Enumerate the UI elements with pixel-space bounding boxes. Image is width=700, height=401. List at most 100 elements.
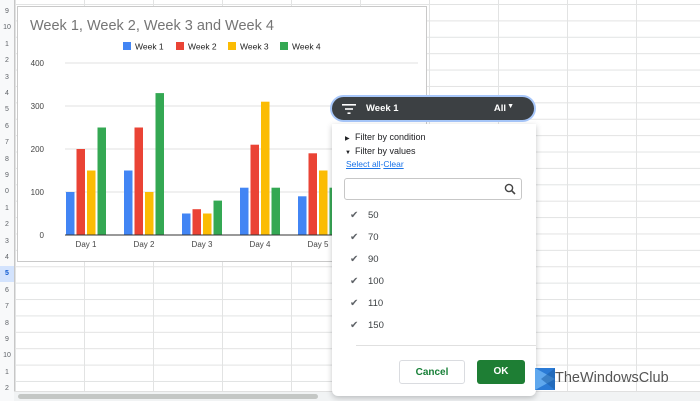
legend-swatch — [280, 42, 288, 50]
row-number[interactable]: 7 — [0, 135, 14, 151]
bar — [182, 213, 191, 235]
row-number[interactable]: 7 — [0, 299, 14, 315]
legend-swatch — [123, 42, 131, 50]
row-number[interactable]: 9 — [0, 168, 14, 184]
bar — [145, 192, 154, 235]
row-number[interactable]: 4 — [0, 86, 14, 102]
x-tick-label: Day 5 — [308, 240, 329, 249]
row-number[interactable]: 8 — [0, 316, 14, 332]
search-icon[interactable] — [504, 183, 516, 195]
row-number[interactable]: 3 — [0, 70, 14, 86]
row-number[interactable]: 5 — [0, 102, 14, 118]
legend-swatch — [176, 42, 184, 50]
checkmark-icon: ✔ — [350, 210, 359, 221]
cancel-button[interactable]: Cancel — [399, 360, 465, 384]
y-tick-label: 300 — [31, 102, 45, 111]
select-all-link[interactable]: Select all — [346, 159, 381, 169]
row-number[interactable]: 10 — [0, 348, 14, 364]
filter-by-condition-toggle[interactable]: ▶ Filter by condition — [345, 132, 426, 142]
row-number[interactable]: 6 — [0, 283, 14, 299]
legend-label: Week 2 — [188, 42, 217, 52]
row-header-gutter[interactable]: 9 10 1 2 3 4 5 6 7 8 9 0 1 2 3 4 5 6 7 8 9 10 1 2 — [0, 0, 15, 401]
row-number[interactable]: 9 — [0, 4, 14, 20]
watermark-text: TheWindowsClub — [555, 370, 669, 386]
filter-value-label: 110 — [368, 298, 384, 309]
clear-link[interactable]: Clear — [383, 159, 403, 169]
filter-value-label: 90 — [368, 254, 379, 265]
filter-header[interactable]: Week 1 All ▼ — [330, 95, 536, 122]
filter-value-item[interactable]: ✔ 100 — [350, 276, 384, 292]
checkmark-icon: ✔ — [350, 298, 359, 309]
ok-button[interactable]: OK — [477, 360, 525, 384]
y-tick-label: 0 — [40, 231, 45, 240]
row-number[interactable]: 9 — [0, 332, 14, 348]
expand-down-icon: ▼ — [345, 150, 351, 156]
bar — [308, 153, 317, 235]
row-number[interactable]: 2 — [0, 381, 14, 397]
bar — [66, 192, 75, 235]
row-number[interactable]: 8 — [0, 152, 14, 168]
filter-icon[interactable] — [342, 103, 356, 115]
filter-value-label: 50 — [368, 210, 379, 221]
filter-by-values-label: Filter by values — [355, 146, 416, 156]
x-tick-label: Day 4 — [250, 240, 271, 249]
legend-label: Week 4 — [292, 42, 321, 52]
row-number[interactable]: 2 — [0, 217, 14, 233]
filter-value-item[interactable]: ✔ 150 — [350, 320, 384, 336]
checkmark-icon: ✔ — [350, 276, 359, 287]
select-clear-row: Select all-Clear — [346, 159, 404, 169]
x-tick-label: Day 1 — [76, 240, 97, 249]
bar — [213, 200, 222, 235]
bar — [76, 149, 85, 235]
row-number[interactable]: 10 — [0, 20, 14, 36]
bar — [87, 170, 96, 235]
row-number[interactable]: 1 — [0, 37, 14, 53]
bar — [124, 170, 133, 235]
filter-value-item[interactable]: ✔ 50 — [350, 210, 379, 226]
bar — [250, 144, 259, 235]
bar — [134, 127, 143, 235]
row-number[interactable]: 1 — [0, 201, 14, 217]
divider — [356, 345, 536, 346]
y-tick-label: 400 — [31, 59, 45, 68]
row-number[interactable]: 3 — [0, 234, 14, 250]
filter-all-dropdown[interactable]: All — [494, 103, 506, 114]
filter-value-label: 70 — [368, 232, 379, 243]
checkmark-icon: ✔ — [350, 254, 359, 265]
bar — [192, 209, 201, 235]
legend-label: Week 3 — [240, 42, 269, 52]
bar — [298, 196, 307, 235]
bar — [240, 187, 249, 235]
chart-title: Week 1, Week 2, Week 3 and Week 4 — [30, 18, 274, 34]
filter-value-item[interactable]: ✔ 70 — [350, 232, 379, 248]
filter-value-item[interactable]: ✔ 110 — [350, 298, 383, 314]
filter-value-label: 100 — [368, 276, 384, 287]
filter-panel: ▶ Filter by condition ▼ Filter by values S… — [332, 124, 536, 396]
filter-value-label: 150 — [368, 320, 384, 331]
y-tick-label: 100 — [31, 188, 45, 197]
x-tick-label: Day 2 — [134, 240, 155, 249]
checkmark-icon: ✔ — [350, 320, 359, 331]
filter-search-input[interactable] — [344, 178, 522, 200]
row-number[interactable]: 1 — [0, 365, 14, 381]
x-tick-label: Day 3 — [192, 240, 213, 249]
filter-value-item[interactable]: ✔ 90 — [350, 254, 379, 270]
row-number[interactable]: 2 — [0, 53, 14, 69]
legend-label: Week 1 — [135, 42, 164, 52]
bar — [271, 187, 280, 235]
filter-by-condition-label: Filter by condition — [355, 132, 426, 142]
bar — [261, 101, 270, 235]
row-number[interactable]: 4 — [0, 250, 14, 266]
y-tick-label: 200 — [31, 145, 45, 154]
bar — [155, 93, 164, 235]
expand-right-icon: ▶ — [345, 136, 350, 142]
horizontal-scrollbar-thumb[interactable] — [18, 394, 318, 399]
row-number[interactable]: 0 — [0, 184, 14, 200]
row-number[interactable]: 6 — [0, 119, 14, 135]
chevron-down-icon[interactable]: ▼ — [507, 103, 514, 110]
legend-swatch — [228, 42, 236, 50]
checkmark-icon: ✔ — [350, 232, 359, 243]
row-number[interactable]: 5 — [0, 266, 14, 283]
windows-club-logo-icon — [535, 368, 555, 390]
filter-by-values-toggle[interactable]: ▼ Filter by values — [345, 146, 416, 156]
